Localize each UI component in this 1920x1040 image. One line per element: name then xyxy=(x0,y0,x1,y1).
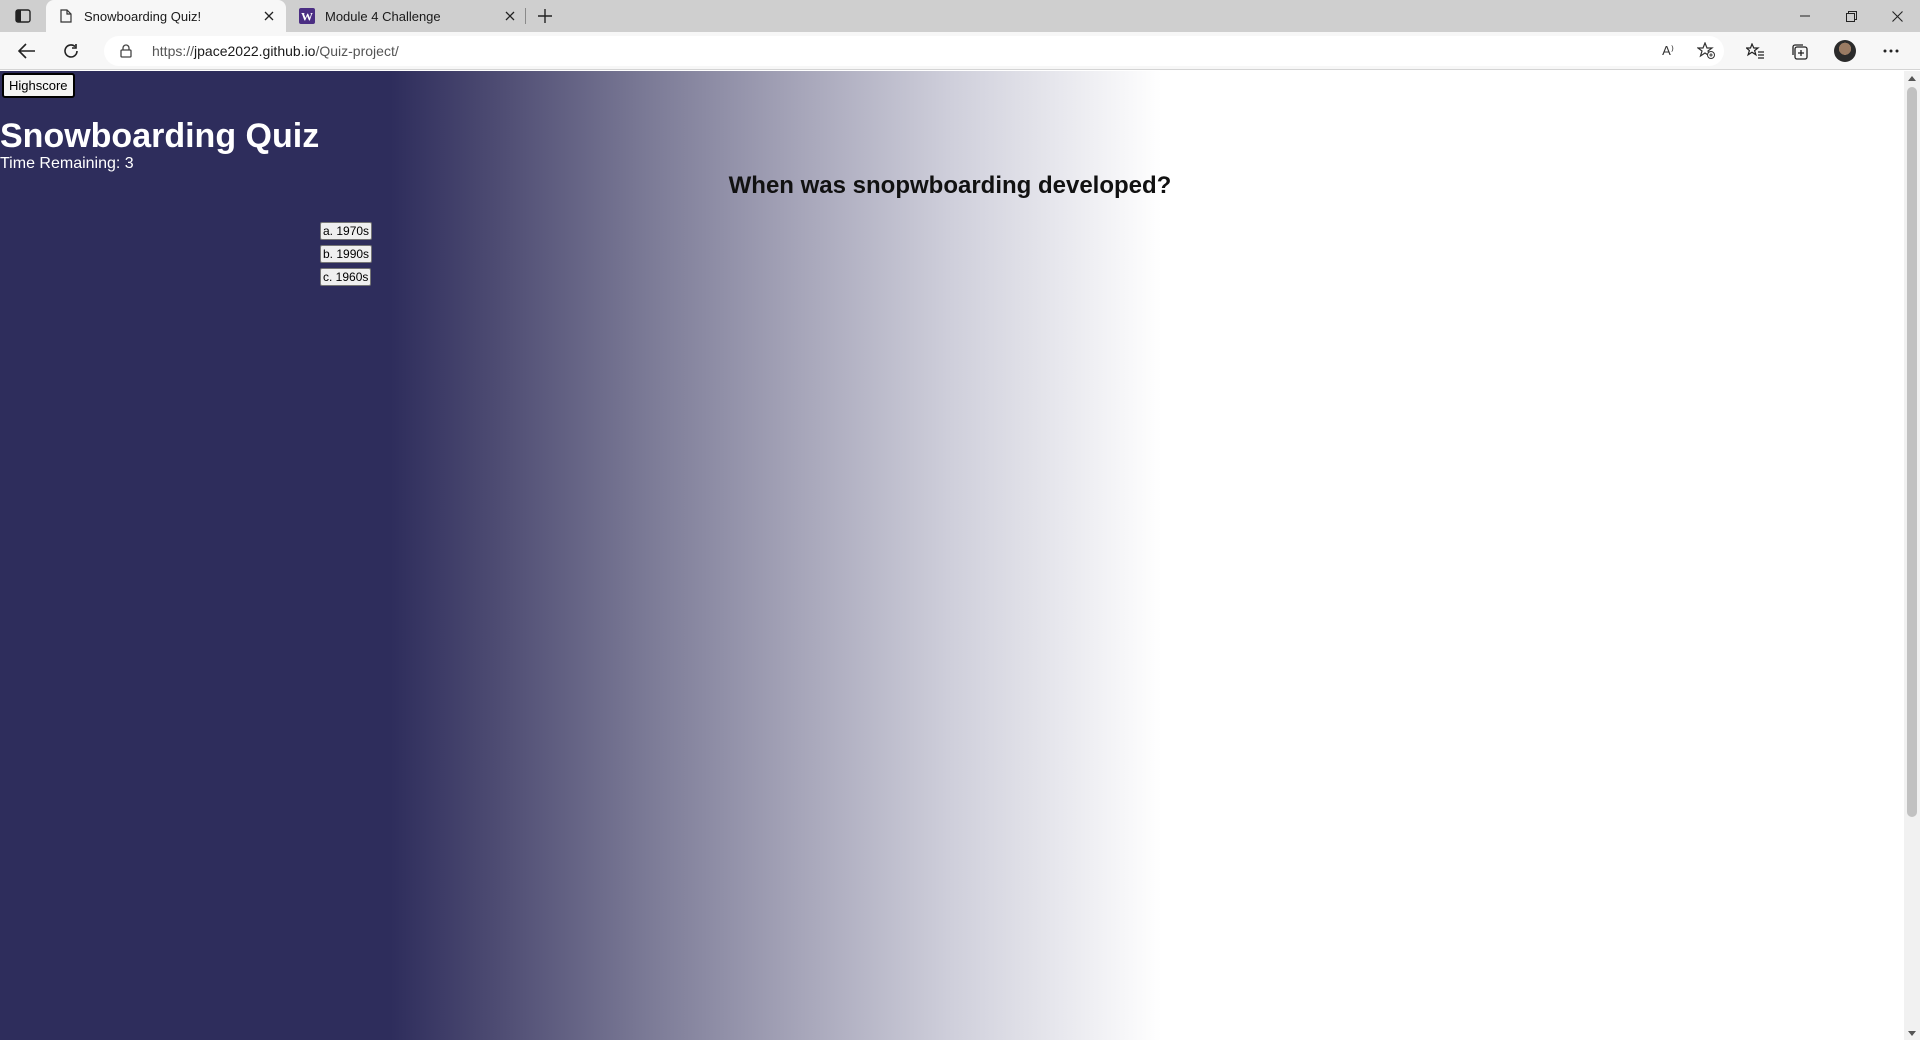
address-bar[interactable]: https://jpace2022.github.io/Quiz-project… xyxy=(104,36,1724,66)
back-arrow-icon[interactable] xyxy=(12,36,42,66)
tab-bar: Snowboarding Quiz! W Module 4 Challenge xyxy=(0,0,1920,32)
scroll-down-arrow-icon[interactable] xyxy=(1904,1026,1920,1040)
close-tab-icon[interactable] xyxy=(256,3,282,29)
page-scrollbar[interactable] xyxy=(1904,71,1920,1040)
browser-toolbar: https://jpace2022.github.io/Quiz-project… xyxy=(0,32,1920,70)
restore-icon[interactable] xyxy=(1828,0,1874,32)
lock-icon[interactable] xyxy=(118,43,134,59)
tab-module-4-challenge[interactable]: W Module 4 Challenge xyxy=(287,0,527,32)
minimize-icon[interactable] xyxy=(1782,0,1828,32)
answer-button-b[interactable]: b. 1990s xyxy=(320,245,373,263)
highscore-button[interactable]: Highscore xyxy=(2,73,75,98)
answer-list: a. 1970s b. 1990s c. 1960s xyxy=(320,222,373,291)
new-tab-icon[interactable] xyxy=(532,3,558,29)
tab-actions-icon[interactable] xyxy=(12,6,34,26)
tab-title: Module 4 Challenge xyxy=(325,8,441,24)
w-logo-icon: W xyxy=(299,8,315,24)
url-text: https://jpace2022.github.io/Quiz-project… xyxy=(152,43,399,59)
answer-button-a[interactable]: a. 1970s xyxy=(320,222,373,240)
url-path: /Quiz-project/ xyxy=(315,43,399,59)
url-host: jpace2022.github.io xyxy=(194,43,316,59)
avatar xyxy=(1834,40,1856,62)
answer-button-c[interactable]: c. 1960s xyxy=(320,268,372,286)
tab-separator xyxy=(525,8,526,24)
svg-text:W: W xyxy=(301,10,313,24)
collections-icon[interactable] xyxy=(1784,36,1814,66)
tab-title: Snowboarding Quiz! xyxy=(84,8,202,24)
page-viewport: Highscore Snowboarding Quiz Time Remaini… xyxy=(0,71,1904,1040)
page-title: Snowboarding Quiz xyxy=(0,117,320,155)
url-scheme: https:// xyxy=(152,43,195,59)
time-remaining: Time Remaining: 3 xyxy=(0,155,134,172)
more-options-icon[interactable] xyxy=(1876,36,1906,66)
profile-avatar[interactable] xyxy=(1830,36,1860,66)
scrollbar-thumb[interactable] xyxy=(1907,87,1917,817)
refresh-icon[interactable] xyxy=(56,36,86,66)
tab-snowboarding-quiz[interactable]: Snowboarding Quiz! xyxy=(46,0,286,32)
favorites-icon[interactable] xyxy=(1740,36,1770,66)
close-window-icon[interactable] xyxy=(1874,0,1920,32)
question-text: When was snopwboarding developed? xyxy=(728,172,1172,199)
add-favorite-icon[interactable] xyxy=(1694,39,1718,63)
close-tab-icon[interactable] xyxy=(497,3,523,29)
page-icon xyxy=(58,8,74,24)
scroll-up-arrow-icon[interactable] xyxy=(1904,71,1920,85)
read-aloud-icon[interactable]: A⁾ xyxy=(1656,39,1680,63)
